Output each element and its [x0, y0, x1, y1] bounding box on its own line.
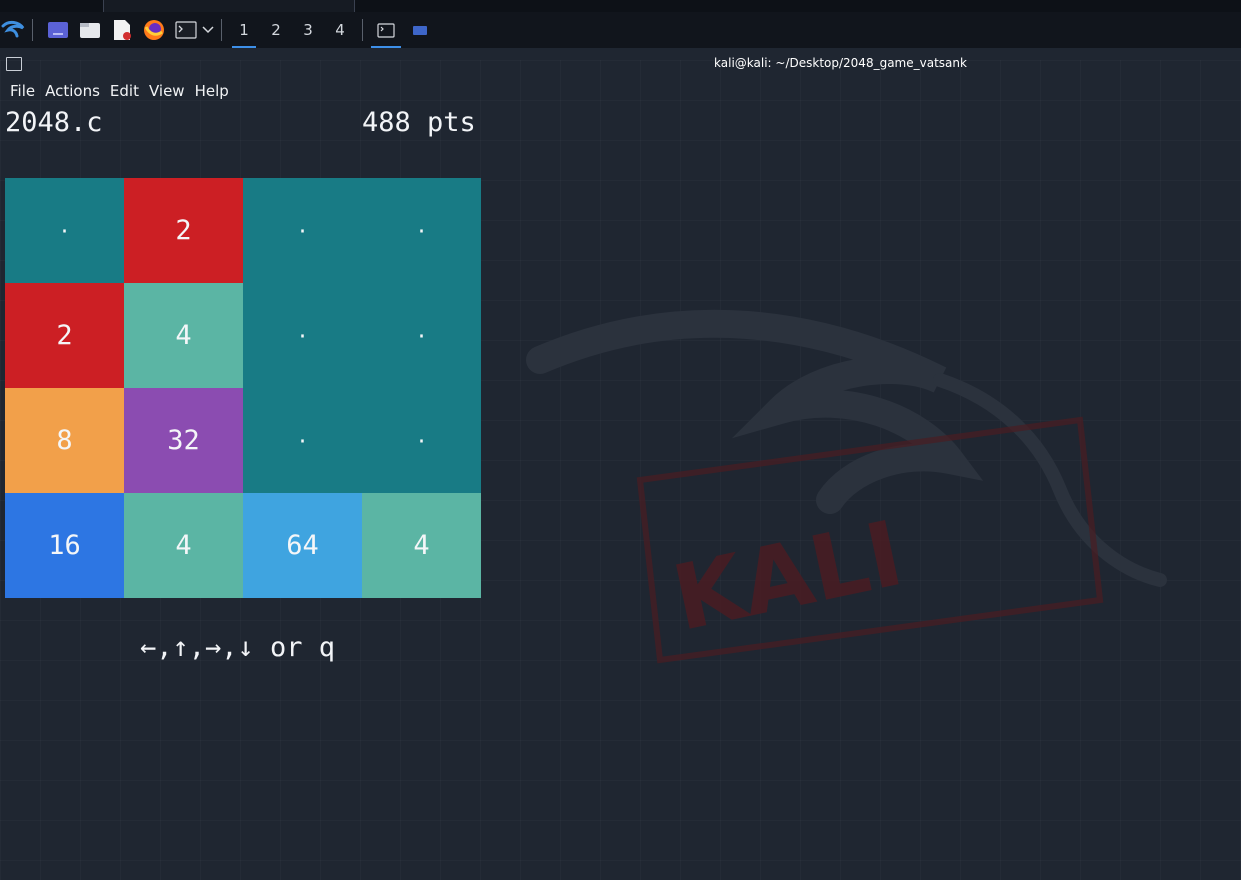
- tile-r2-c3: ·: [362, 388, 481, 493]
- panel-separator: [32, 19, 33, 41]
- controls-hint: ←,↑,→,↓ or q: [140, 632, 336, 663]
- tile-r3-c1: 4: [124, 493, 243, 598]
- game-board: · 2 · · 2 4 · · 8 32 · · 16 4 64 4: [5, 178, 481, 598]
- top-panel: 1 2 3 4: [0, 12, 1241, 48]
- taskbar-top-strip: [0, 0, 1241, 13]
- tile-r1-c1: 4: [124, 283, 243, 388]
- terminal-launcher-icon[interactable]: [173, 17, 199, 43]
- show-desktop-icon[interactable]: [45, 17, 71, 43]
- panel-separator: [362, 19, 363, 41]
- tile-r0-c3: ·: [362, 178, 481, 283]
- tile-r2-c0: 8: [5, 388, 124, 493]
- menu-help[interactable]: Help: [190, 79, 234, 103]
- text-editor-icon[interactable]: [109, 17, 135, 43]
- tile-r0-c1: 2: [124, 178, 243, 283]
- tile-r0-c2: ·: [243, 178, 362, 283]
- game-filename: 2048.c: [5, 107, 103, 138]
- tile-r2-c2: ·: [243, 388, 362, 493]
- tile-r1-c2: ·: [243, 283, 362, 388]
- kali-menu-icon[interactable]: [0, 17, 26, 43]
- workspace-2[interactable]: 2: [260, 12, 292, 48]
- taskbar-desktop-window[interactable]: [403, 12, 437, 48]
- chevron-down-icon[interactable]: [201, 17, 215, 43]
- panel-separator: [221, 19, 222, 41]
- menu-file[interactable]: File: [5, 79, 40, 103]
- firefox-icon[interactable]: [141, 17, 167, 43]
- menu-edit[interactable]: Edit: [105, 79, 144, 103]
- tile-r3-c3: 4: [362, 493, 481, 598]
- tile-r3-c2: 64: [243, 493, 362, 598]
- menu-view[interactable]: View: [144, 79, 190, 103]
- taskbar-terminal-window[interactable]: [369, 12, 403, 48]
- tile-r1-c0: 2: [5, 283, 124, 388]
- tile-r1-c3: ·: [362, 283, 481, 388]
- tile-r0-c0: ·: [5, 178, 124, 283]
- menu-bar: File Actions Edit View Help: [0, 79, 234, 103]
- workspace-4[interactable]: 4: [324, 12, 356, 48]
- game-score: 488 pts: [362, 107, 476, 138]
- tile-r3-c0: 16: [5, 493, 124, 598]
- kali-dragon-wallpaper: KALI: [526, 309, 1167, 664]
- window-titlebar[interactable]: kali@kali: ~/Desktop/2048_game_vatsank: [0, 52, 1241, 76]
- workspace-3[interactable]: 3: [292, 12, 324, 48]
- file-manager-icon[interactable]: [77, 17, 103, 43]
- menu-actions[interactable]: Actions: [40, 79, 105, 103]
- tile-r2-c1: 32: [124, 388, 243, 493]
- window-title: kali@kali: ~/Desktop/2048_game_vatsank: [714, 56, 967, 70]
- workspace-1[interactable]: 1: [228, 12, 260, 48]
